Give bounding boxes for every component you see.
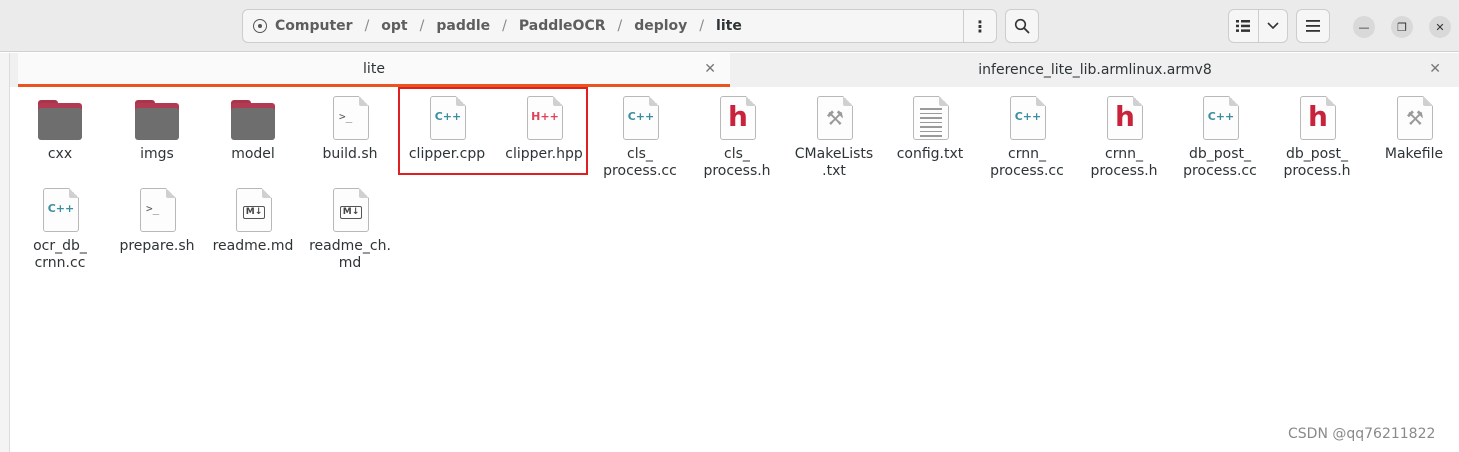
search-button[interactable] [1005, 9, 1039, 43]
file-item[interactable]: >_ prepare.sh [109, 186, 205, 255]
crumb-opt[interactable]: opt [381, 18, 407, 34]
chevron-down-icon [1267, 22, 1279, 30]
breadcrumb: Computer / opt / paddle / PaddleOCR / de… [243, 10, 963, 42]
file-name: ocr_db_ crnn.cc [33, 238, 87, 271]
file-item[interactable]: C++ crnn_ process.cc [979, 94, 1075, 180]
close-icon[interactable]: ✕ [1429, 61, 1441, 77]
file-item[interactable]: M↓ readme.md [205, 186, 301, 255]
file-item[interactable]: model [205, 94, 301, 163]
text-file-icon [906, 94, 954, 142]
file-item[interactable]: C++ ocr_db_ crnn.cc [12, 186, 108, 272]
file-item[interactable]: M↓ readme_ch. md [302, 186, 398, 272]
file-name: imgs [140, 146, 174, 162]
crumb-paddleocr[interactable]: PaddleOCR [519, 18, 606, 34]
file-grid: cxx imgs model >_ build.sh C++ clipper.cpp H++ c… [12, 90, 1459, 452]
close-icon: ✕ [1435, 20, 1445, 34]
main-menu-button[interactable] [1296, 9, 1330, 43]
crumb-separator: / [364, 18, 370, 34]
close-window-button[interactable]: ✕ [1429, 16, 1451, 38]
file-item[interactable]: cxx [12, 94, 108, 163]
search-icon [1014, 18, 1030, 34]
cpp-file-icon: C++ [1003, 94, 1051, 142]
header-bar: Computer / opt / paddle / PaddleOCR / de… [0, 0, 1459, 52]
tab-label: inference_lite_lib.armlinux.armv8 [978, 62, 1212, 78]
markdown-file-icon: M↓ [229, 186, 277, 234]
build-file-icon: ⚒ [810, 94, 858, 142]
folder-icon [133, 94, 181, 142]
restore-icon: ❐ [1397, 20, 1407, 34]
crumb-deploy[interactable]: deploy [634, 18, 687, 34]
file-item[interactable]: imgs [109, 94, 205, 163]
file-name: db_post_ process.h [1283, 146, 1351, 179]
path-menu-button[interactable]: ⋮ [963, 10, 996, 42]
minimize-button[interactable]: — [1353, 16, 1375, 38]
file-item[interactable]: h db_post_ process.h [1269, 94, 1365, 180]
file-item[interactable]: C++ db_post_ process.cc [1172, 94, 1268, 180]
markdown-file-icon: M↓ [326, 186, 374, 234]
view-options[interactable] [1228, 9, 1288, 43]
file-item[interactable]: config.txt [882, 94, 978, 163]
list-view-button[interactable] [1229, 10, 1258, 42]
crumb-computer[interactable]: Computer [275, 18, 353, 34]
file-name: build.sh [322, 146, 378, 162]
file-name: crnn_ process.cc [990, 146, 1064, 179]
minimize-icon: — [1358, 20, 1370, 34]
hamburger-icon [1306, 20, 1320, 32]
file-name: Makefile [1384, 146, 1444, 162]
file-name: readme.md [212, 238, 294, 254]
file-name: config.txt [896, 146, 964, 162]
folder-icon [36, 94, 84, 142]
header-file-icon: h [713, 94, 761, 142]
tab-lite[interactable]: lite ✕ [18, 53, 730, 87]
cpp-file-icon: C++ [1196, 94, 1244, 142]
file-name: CMakeLists .txt [794, 146, 874, 179]
watermark: CSDN @qq76211822 [1288, 426, 1436, 442]
file-name: cls_ process.cc [603, 146, 677, 179]
file-name: cxx [47, 146, 73, 162]
highlight-box [398, 87, 588, 175]
file-name: prepare.sh [119, 238, 195, 254]
file-item[interactable]: ⚒ Makefile [1366, 94, 1459, 163]
shell-script-icon: >_ [326, 94, 374, 142]
header-file-icon: h [1293, 94, 1341, 142]
drive-icon [253, 19, 267, 33]
list-view-icon [1236, 20, 1251, 32]
file-item[interactable]: C++ cls_ process.cc [592, 94, 688, 180]
path-bar[interactable]: Computer / opt / paddle / PaddleOCR / de… [242, 9, 997, 43]
cpp-file-icon: C++ [616, 94, 664, 142]
file-name: crnn_ process.h [1090, 146, 1158, 179]
tab-bar: lite ✕ inference_lite_lib.armlinux.armv8… [10, 53, 1459, 87]
file-item[interactable]: ⚒ CMakeLists .txt [786, 94, 882, 180]
tab-inference-lite-lib[interactable]: inference_lite_lib.armlinux.armv8 ✕ [735, 53, 1455, 87]
crumb-separator: / [419, 18, 425, 34]
view-dropdown-button[interactable] [1257, 10, 1287, 42]
file-name: db_post_ process.cc [1183, 146, 1257, 179]
file-item[interactable]: >_ build.sh [302, 94, 398, 163]
kebab-icon: ⋮ [972, 16, 988, 36]
crumb-separator: / [699, 18, 705, 34]
cpp-file-icon: C++ [36, 186, 84, 234]
file-item[interactable]: h crnn_ process.h [1076, 94, 1172, 180]
header-file-icon: h [1100, 94, 1148, 142]
file-name: readme_ch. md [309, 238, 391, 271]
build-file-icon: ⚒ [1390, 94, 1438, 142]
folder-icon [229, 94, 277, 142]
file-name: cls_ process.h [703, 146, 771, 179]
maximize-button[interactable]: ❐ [1391, 16, 1413, 38]
crumb-lite[interactable]: lite [716, 18, 742, 34]
shell-script-icon: >_ [133, 186, 181, 234]
sidebar-edge [0, 53, 10, 452]
close-icon[interactable]: ✕ [704, 61, 716, 77]
file-name: model [231, 146, 275, 162]
crumb-separator: / [502, 18, 507, 34]
tab-label: lite [363, 60, 385, 77]
crumb-paddle[interactable]: paddle [436, 18, 490, 34]
crumb-separator: / [617, 18, 623, 34]
file-item[interactable]: h cls_ process.h [689, 94, 785, 180]
